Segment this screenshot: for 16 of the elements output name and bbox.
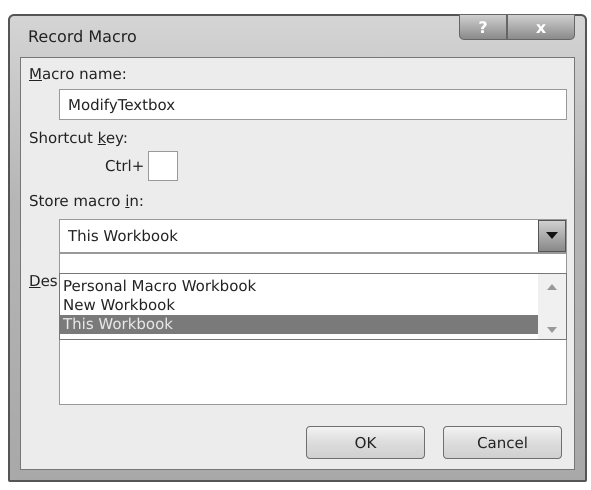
field-label: Store macro in: bbox=[29, 191, 145, 211]
window-title: Record Macro bbox=[27, 27, 137, 46]
field-label: Macro name: bbox=[29, 64, 128, 84]
scroll-down-icon[interactable] bbox=[547, 327, 557, 333]
shortcut-key-field[interactable] bbox=[148, 151, 178, 181]
ok-button[interactable]: OK bbox=[306, 426, 425, 459]
ctrl-label: Ctrl+ bbox=[105, 157, 144, 175]
store-macro-dropdown[interactable]: This Workbook bbox=[59, 219, 567, 253]
field-label: Shortcut key: bbox=[29, 128, 129, 148]
scroll-up-icon[interactable] bbox=[547, 284, 557, 290]
field-label: Des bbox=[29, 271, 59, 292]
dropdown-option[interactable]: Personal Macro Workbook bbox=[60, 277, 538, 296]
macro-name-field[interactable]: ModifyTextbox bbox=[59, 89, 567, 120]
dropdown-option[interactable]: This Workbook bbox=[60, 315, 538, 334]
dropdown-option[interactable]: New Workbook bbox=[60, 296, 538, 315]
cancel-button[interactable]: Cancel bbox=[443, 426, 562, 459]
